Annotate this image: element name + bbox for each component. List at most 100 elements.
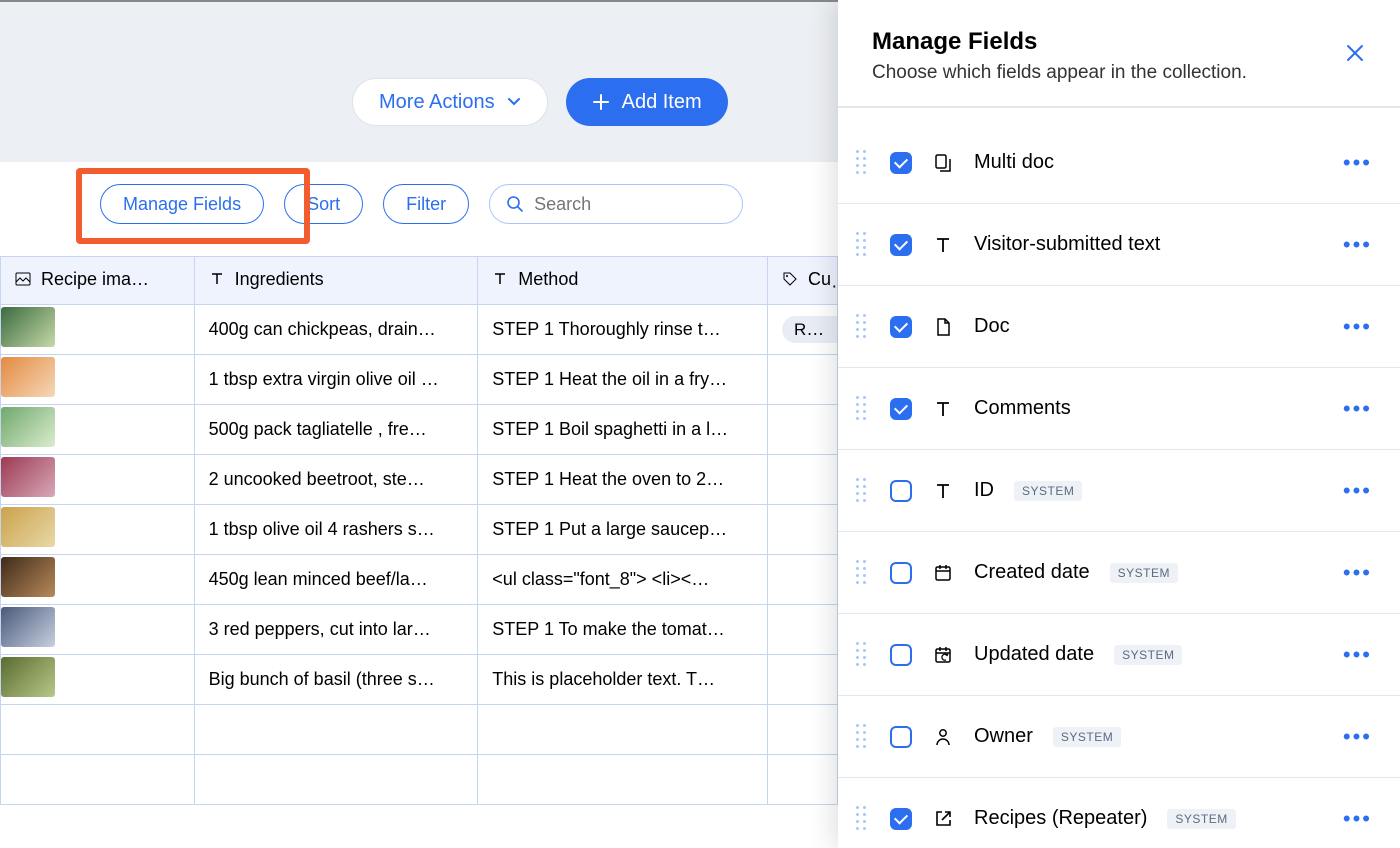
calendar-icon [932, 562, 954, 584]
field-checkbox[interactable] [890, 398, 912, 420]
recipe-thumbnail [1, 507, 55, 547]
field-row: Doc••• [838, 286, 1400, 368]
cell-ingredients: 1 tbsp olive oil 4 rashers s… [194, 505, 478, 555]
field-label: Comments [974, 397, 1071, 420]
cell-cuisine: Rome [767, 305, 837, 355]
col-header-cuisine[interactable]: Cu [767, 257, 837, 305]
search-field[interactable] [489, 184, 743, 224]
table-row[interactable]: 1 tbsp extra virgin olive oil …STEP 1 He… [1, 355, 838, 405]
drag-handle-icon[interactable] [856, 232, 870, 258]
col-header-ingredients[interactable]: Ingredients [194, 257, 478, 305]
field-more-button[interactable]: ••• [1343, 724, 1372, 750]
panel-title: Manage Fields [872, 28, 1247, 56]
field-list[interactable]: Multi doc•••Visitor-submitted text•••Doc… [838, 107, 1400, 848]
cell-cuisine [767, 455, 837, 505]
col-header-method[interactable]: Method [478, 257, 768, 305]
drag-handle-icon[interactable] [856, 314, 870, 340]
sort-button[interactable]: Sort [284, 184, 363, 224]
table-row[interactable]: Big bunch of basil (three s…This is plac… [1, 655, 838, 705]
col-header-image[interactable]: Recipe ima… [1, 257, 195, 305]
field-more-button[interactable]: ••• [1343, 314, 1372, 340]
drag-handle-icon[interactable] [856, 560, 870, 586]
cell-cuisine [767, 605, 837, 655]
field-more-button[interactable]: ••• [1343, 478, 1372, 504]
field-checkbox[interactable] [890, 316, 912, 338]
drag-handle-icon[interactable] [856, 478, 870, 504]
field-label: Recipes (Repeater) [974, 807, 1147, 830]
table-row[interactable]: 3 red peppers, cut into lar…STEP 1 To ma… [1, 605, 838, 655]
recipe-thumbnail [1, 457, 55, 497]
image-icon [15, 271, 31, 287]
field-more-button[interactable]: ••• [1343, 642, 1372, 668]
cell-method: STEP 1 Heat the oven to 2… [478, 455, 768, 505]
field-label: Multi doc [974, 151, 1054, 174]
field-label: Updated date [974, 643, 1094, 666]
table-row[interactable]: 2 uncooked beetroot, ste…STEP 1 Heat the… [1, 455, 838, 505]
text-icon [932, 480, 954, 502]
panel-header: Manage Fields Choose which fields appear… [838, 0, 1400, 107]
cell-method: <ul class="font_8"> <li><… [478, 555, 768, 605]
multi-doc-icon [932, 152, 954, 174]
link-out-icon [932, 808, 954, 830]
text-icon [492, 271, 508, 287]
manage-fields-button[interactable]: Manage Fields [100, 184, 264, 224]
filter-label: Filter [406, 194, 446, 215]
field-more-button[interactable]: ••• [1343, 806, 1372, 832]
field-more-button[interactable]: ••• [1343, 150, 1372, 176]
field-label: Visitor-submitted text [974, 233, 1160, 256]
field-label: ID [974, 479, 994, 502]
field-more-button[interactable]: ••• [1343, 232, 1372, 258]
field-row: Recipes (Repeater) SYSTEM ••• [838, 778, 1400, 848]
cell-method: STEP 1 Heat the oil in a fry… [478, 355, 768, 405]
table-row[interactable]: 1 tbsp olive oil 4 rashers s…STEP 1 Put … [1, 505, 838, 555]
calendar-refresh-icon [932, 644, 954, 666]
field-checkbox[interactable] [890, 480, 912, 502]
more-actions-button[interactable]: More Actions [352, 78, 548, 126]
field-more-button[interactable]: ••• [1343, 396, 1372, 422]
data-table: Recipe ima… Ingredients Method Cu [0, 256, 838, 805]
drag-handle-icon[interactable] [856, 642, 870, 668]
system-badge: SYSTEM [1053, 727, 1121, 747]
drag-handle-icon[interactable] [856, 150, 870, 176]
search-input[interactable] [534, 194, 726, 215]
filter-button[interactable]: Filter [383, 184, 469, 224]
field-label: Owner [974, 725, 1033, 748]
cuisine-tag: Rome [782, 316, 838, 343]
field-checkbox[interactable] [890, 562, 912, 584]
table-row[interactable]: 450g lean minced beef/la…<ul class="font… [1, 555, 838, 605]
cell-ingredients: 2 uncooked beetroot, ste… [194, 455, 478, 505]
close-button[interactable] [1344, 28, 1366, 64]
drag-handle-icon[interactable] [856, 806, 870, 832]
cell-method: STEP 1 Thoroughly rinse t… [478, 305, 768, 355]
field-row: Multi doc ••• [838, 122, 1400, 204]
search-icon [506, 195, 524, 213]
add-item-button[interactable]: Add Item [566, 78, 728, 126]
field-row: Created dateSYSTEM••• [838, 532, 1400, 614]
top-actions: More Actions Add Item [352, 78, 728, 126]
field-checkbox[interactable] [890, 234, 912, 256]
field-checkbox[interactable] [890, 808, 912, 830]
more-actions-label: More Actions [379, 91, 495, 114]
plus-icon [592, 93, 610, 111]
add-item-label: Add Item [622, 91, 702, 114]
text-icon [932, 234, 954, 256]
person-icon [932, 726, 954, 748]
field-checkbox[interactable] [890, 726, 912, 748]
sort-label: Sort [307, 194, 340, 215]
field-checkbox[interactable] [890, 152, 912, 174]
table-row[interactable]: 500g pack tagliatelle , fre…STEP 1 Boil … [1, 405, 838, 455]
field-more-button[interactable]: ••• [1343, 560, 1372, 586]
field-checkbox[interactable] [890, 644, 912, 666]
system-badge: SYSTEM [1114, 645, 1182, 665]
system-badge: SYSTEM [1167, 809, 1235, 829]
field-row: Updated date SYSTEM ••• [838, 614, 1400, 696]
cell-cuisine [767, 405, 837, 455]
cell-cuisine [767, 505, 837, 555]
table-row[interactable]: 400g can chickpeas, drain…STEP 1 Thoroug… [1, 305, 838, 355]
drag-handle-icon[interactable] [856, 724, 870, 750]
field-row: Owner SYSTEM ••• [838, 696, 1400, 778]
drag-handle-icon[interactable] [856, 396, 870, 422]
tag-icon [782, 271, 798, 287]
panel-subtitle: Choose which fields appear in the collec… [872, 62, 1247, 84]
cell-method: This is placeholder text. T… [478, 655, 768, 705]
